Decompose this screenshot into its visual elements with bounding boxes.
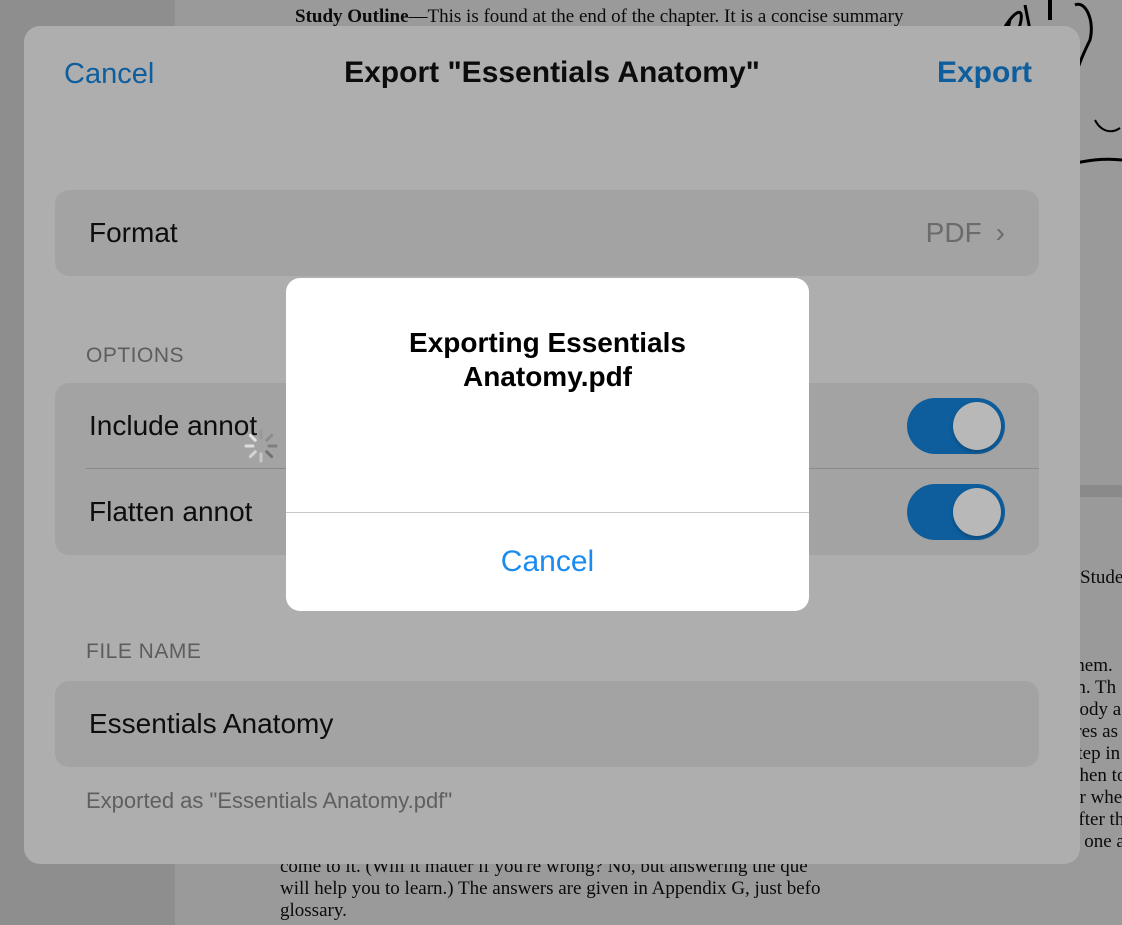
toggle-knob <box>953 402 1001 450</box>
sheet-title: Export "Essentials Anatomy" <box>344 56 760 89</box>
chevron-right-icon: › <box>995 217 1005 248</box>
include-annotations-label: Include annot <box>89 410 258 441</box>
activity-spinner-icon <box>244 429 278 463</box>
format-group: Format PDF › <box>55 190 1039 276</box>
file-name-footnote: Exported as "Essentials Anatomy.pdf" <box>86 788 453 813</box>
file-name-value: Essentials Anatomy <box>89 708 334 739</box>
file-name-section-header: FILE NAME <box>86 640 202 663</box>
alert-title-line: Exporting Essentials <box>409 327 686 358</box>
format-row[interactable]: Format PDF › <box>55 190 1039 276</box>
exporting-alert: Exporting Essentials Anatomy.pdf Cancel <box>286 278 809 611</box>
options-section-header: OPTIONS <box>86 344 185 367</box>
flatten-annotations-label: Flatten annot <box>89 496 253 527</box>
alert-cancel-button[interactable]: Cancel <box>286 512 809 611</box>
alert-title-line: Anatomy.pdf <box>462 361 633 392</box>
alert-title: Exporting Essentials Anatomy.pdf <box>286 326 809 394</box>
document-top-line: Study Outline—This is found at the end o… <box>295 6 904 27</box>
include-annotations-toggle[interactable] <box>907 398 1005 454</box>
document-bottom-text: come to it. (Will it matter if you're wr… <box>280 856 821 922</box>
sheet-navigation-bar: Cancel Export "Essentials Anatomy" Expor… <box>24 26 1080 126</box>
format-value-text: PDF <box>925 217 982 248</box>
file-name-group: Essentials Anatomy <box>55 681 1039 767</box>
toggle-knob <box>953 488 1001 536</box>
document-bottom-line: glossary. <box>280 900 347 921</box>
flatten-annotations-toggle[interactable] <box>907 484 1005 540</box>
document-bottom-line: will help you to learn.) The answers are… <box>280 878 821 899</box>
format-value: PDF › <box>926 217 1005 249</box>
format-label: Format <box>89 217 178 248</box>
file-name-field[interactable]: Essentials Anatomy <box>55 681 1039 767</box>
export-button[interactable]: Export <box>937 56 1032 90</box>
